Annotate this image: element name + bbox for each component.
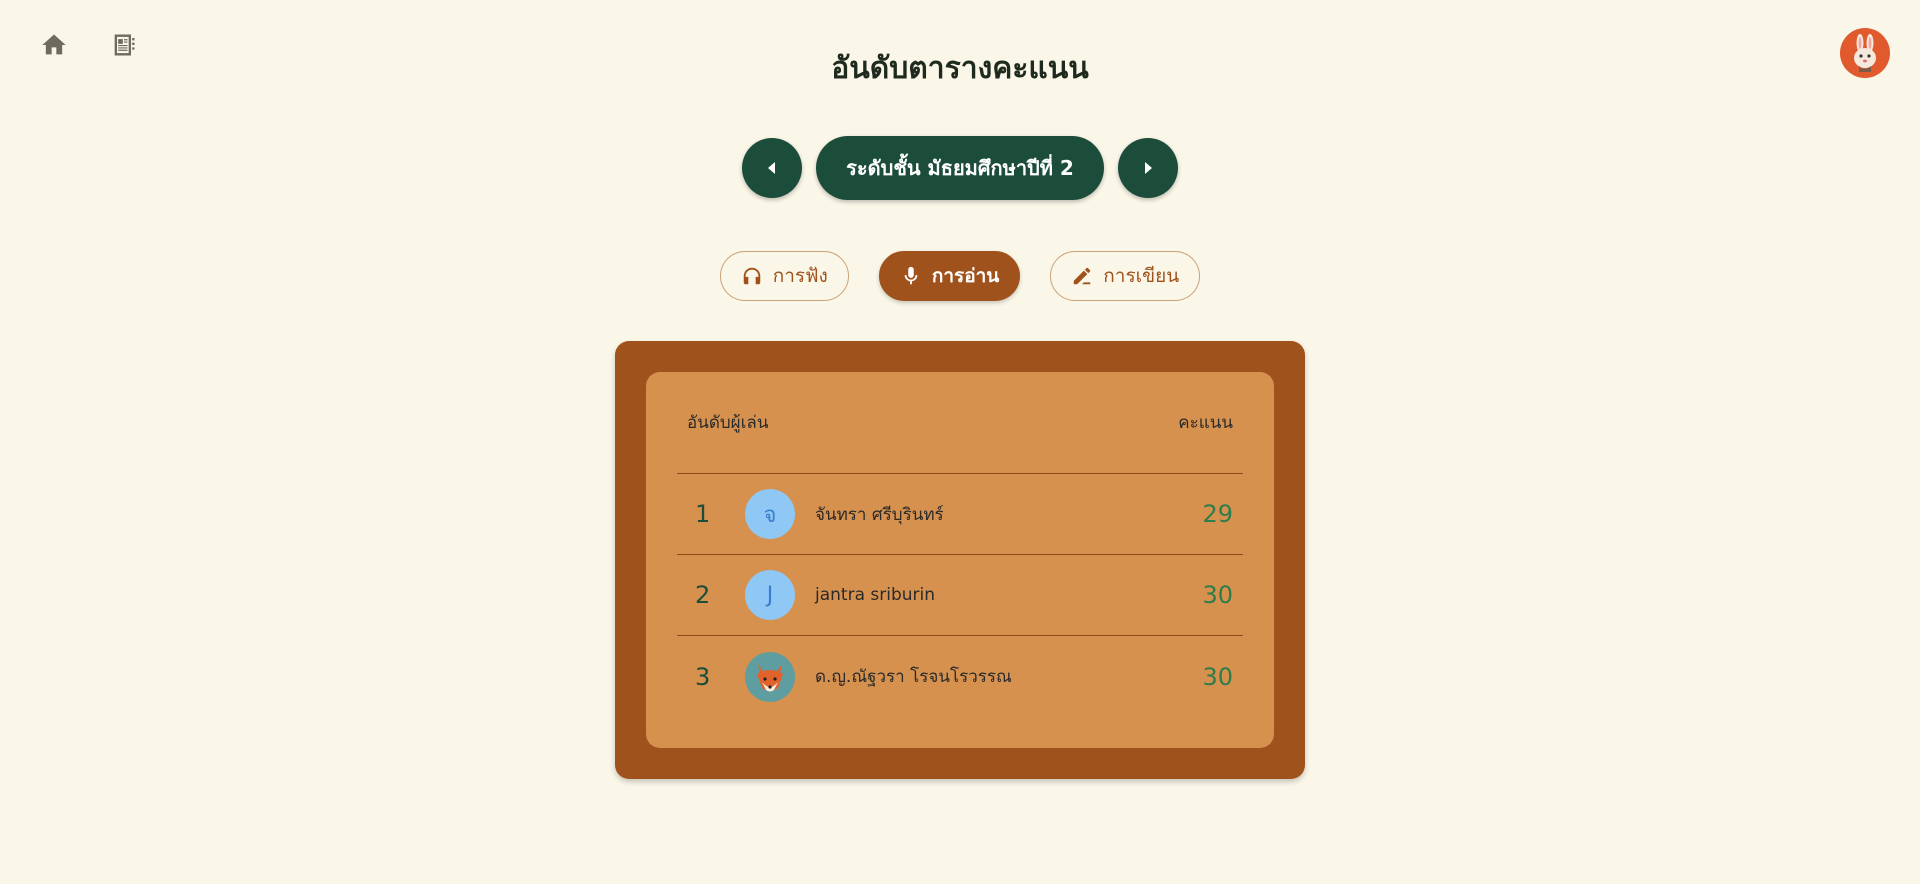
table-row[interactable]: 3 ด.ญ.ณัฐวรา โรจนโรวรรณ 30 <box>677 636 1243 717</box>
microphone-icon <box>904 266 918 285</box>
table-row[interactable]: 1 จ จันทรา ศรีบุรินทร์ 29 <box>677 474 1243 555</box>
caret-left-icon <box>768 162 776 174</box>
next-level-button[interactable] <box>1117 138 1178 198</box>
player-avatar <box>745 651 795 702</box>
caret-right-icon <box>1144 162 1152 174</box>
pen-icon <box>1074 267 1091 285</box>
prev-level-button[interactable] <box>742 138 803 198</box>
player-name: jantra sriburin <box>815 585 936 605</box>
rank-number: 2 <box>695 581 711 609</box>
tab-reading[interactable]: การอ่าน <box>878 251 1021 301</box>
headphones-icon <box>743 267 760 285</box>
rank-player-header: อันดับผู้เล่น <box>687 413 769 433</box>
player-score: 30 <box>1202 581 1233 609</box>
level-label[interactable]: ระดับชั้น มัธยมศึกษาปีที่ 2 <box>816 136 1104 200</box>
player-score: 29 <box>1202 500 1233 528</box>
player-name: จันทรา ศรีบุรินทร์ <box>815 504 944 525</box>
tab-label: การฟัง <box>772 265 828 287</box>
score-header: คะแนน <box>1178 413 1233 433</box>
rank-number: 1 <box>695 500 711 528</box>
tab-writing[interactable]: การเขียน <box>1050 251 1201 301</box>
leaderboard-table: อันดับผู้เล่น คะแนน 1 จ จันทรา ศรีบุรินท… <box>646 372 1274 748</box>
rank-number: 3 <box>695 662 711 691</box>
leaderboard-panel: อันดับผู้เล่น คะแนน 1 จ จันทรา ศรีบุรินท… <box>615 341 1305 779</box>
level-selector: ระดับชั้น มัธยมศึกษาปีที่ 2 <box>0 136 1920 200</box>
player-avatar: จ <box>745 489 795 539</box>
leaderboard-header: อันดับผู้เล่น คะแนน <box>677 372 1243 474</box>
tab-listening[interactable]: การฟัง <box>719 251 849 301</box>
fox-avatar <box>757 663 783 691</box>
tab-label: การเขียน <box>1103 265 1180 287</box>
page-title: อันดับตารางคะแนน <box>831 51 1089 86</box>
tab-label: การอ่าน <box>931 265 1000 287</box>
player-name: ด.ญ.ณัฐวรา โรจนโรวรรณ <box>815 667 1012 687</box>
player-avatar: J <box>745 570 795 620</box>
skill-tabs: การฟัง การอ่าน การเขียน <box>0 251 1920 301</box>
player-score: 30 <box>1202 662 1233 691</box>
table-row[interactable]: 2 J jantra sriburin 30 <box>677 555 1243 636</box>
